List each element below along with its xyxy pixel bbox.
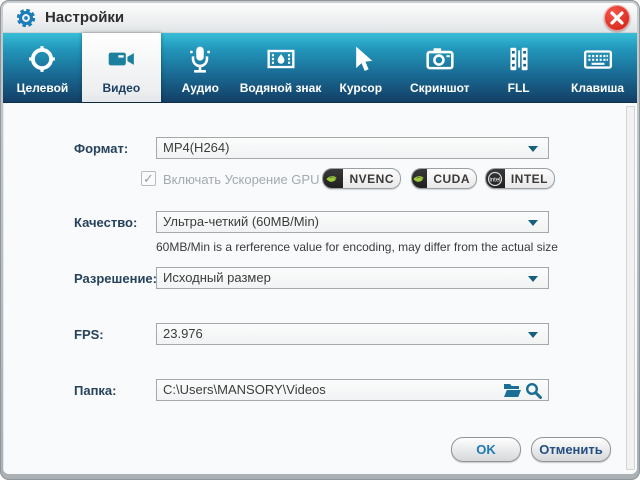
nvenc-badge: NVENC — [322, 168, 401, 189]
tab-screenshot[interactable]: Скриншот — [400, 33, 479, 102]
resolution-dropdown[interactable]: Исходный размер — [156, 267, 549, 289]
folder-path-value: C:\Users\MANSORY\Videos — [163, 382, 326, 397]
cancel-button[interactable]: Отменить — [531, 437, 611, 462]
format-label: Формат: — [74, 141, 128, 156]
tab-audio[interactable]: Аудио — [161, 33, 240, 102]
badge-label: CUDA — [427, 172, 476, 186]
cursor-icon — [346, 44, 376, 74]
title-bar[interactable]: Настройки — [3, 3, 637, 33]
nvidia-logo-icon — [412, 168, 427, 189]
tab-label: Водяной знак — [240, 81, 322, 95]
intel-logo-icon: intel — [486, 168, 505, 189]
video-camera-icon — [106, 44, 136, 74]
format-value: MP4(H264) — [163, 140, 229, 155]
video-settings-panel: Формат: MP4(H264) ✓ Включать Ускорение G… — [3, 103, 637, 474]
ok-button[interactable]: OK — [451, 437, 521, 462]
intel-badge: intel INTEL — [485, 168, 555, 189]
tab-video[interactable]: Видео — [82, 33, 161, 102]
close-icon — [610, 11, 624, 25]
search-icon[interactable] — [525, 382, 542, 405]
resolution-label: Разрешение: — [74, 271, 157, 286]
tab-hotkey[interactable]: Клавиша — [558, 33, 637, 102]
cuda-badge: CUDA — [411, 168, 477, 189]
gear-icon — [15, 7, 37, 29]
gpu-label: Включать Ускорение GPU — [163, 172, 319, 187]
close-button[interactable] — [604, 5, 630, 31]
format-dropdown[interactable]: MP4(H264) — [156, 137, 549, 159]
tab-label: Аудио — [182, 81, 219, 95]
chevron-down-icon — [528, 146, 538, 152]
fps-value: 23.976 — [163, 326, 203, 341]
scrollbar[interactable] — [626, 106, 635, 470]
quality-note: 60MB/Min is a rerference value for encod… — [156, 240, 558, 254]
film-strip-icon — [504, 44, 534, 74]
fps-label: FPS: — [74, 327, 104, 342]
tab-label: Видео — [103, 81, 141, 95]
resolution-value: Исходный размер — [163, 270, 271, 285]
tab-bar: Целевой Видео Аудио — [3, 33, 637, 103]
tab-target[interactable]: Целевой — [3, 33, 82, 102]
settings-window: Настройки Целевой — [3, 3, 637, 474]
gpu-checkbox[interactable]: ✓ — [141, 171, 156, 186]
badge-label: NVENC — [343, 172, 400, 186]
chevron-down-icon — [528, 332, 538, 338]
tab-label: Клавиша — [571, 81, 624, 95]
tab-label: FLL — [508, 81, 530, 95]
window-frame: Настройки Целевой — [0, 0, 640, 480]
quality-value: Ультра-четкий (60MB/Min) — [163, 214, 319, 229]
watermark-icon — [266, 44, 296, 74]
tab-watermark[interactable]: Водяной знак — [240, 33, 322, 102]
nvidia-logo-icon — [323, 168, 343, 189]
tab-label: Целевой — [17, 81, 69, 95]
svg-text:intel: intel — [490, 177, 501, 183]
folder-label: Папка: — [74, 383, 117, 398]
chevron-down-icon — [528, 276, 538, 282]
quality-dropdown[interactable]: Ультра-четкий (60MB/Min) — [156, 211, 549, 233]
quality-label: Качество: — [74, 215, 137, 230]
window-title: Настройки — [45, 3, 124, 33]
tab-label: Курсор — [340, 81, 383, 95]
tab-cursor[interactable]: Курсор — [321, 33, 400, 102]
badge-label: INTEL — [505, 172, 554, 186]
fps-dropdown[interactable]: 23.976 — [156, 323, 549, 345]
tab-label: Скриншот — [410, 81, 470, 95]
check-icon: ✓ — [143, 171, 154, 186]
camera-icon — [425, 44, 455, 74]
target-icon — [27, 44, 57, 74]
open-folder-icon[interactable] — [503, 382, 522, 405]
tab-fll[interactable]: FLL — [479, 33, 558, 102]
keyboard-icon — [583, 44, 613, 74]
microphone-icon — [185, 44, 215, 74]
folder-path-field[interactable]: C:\Users\MANSORY\Videos — [156, 379, 549, 401]
chevron-down-icon — [528, 220, 538, 226]
gpu-row: ✓ Включать Ускорение GPU NVENC — [4, 171, 637, 193]
